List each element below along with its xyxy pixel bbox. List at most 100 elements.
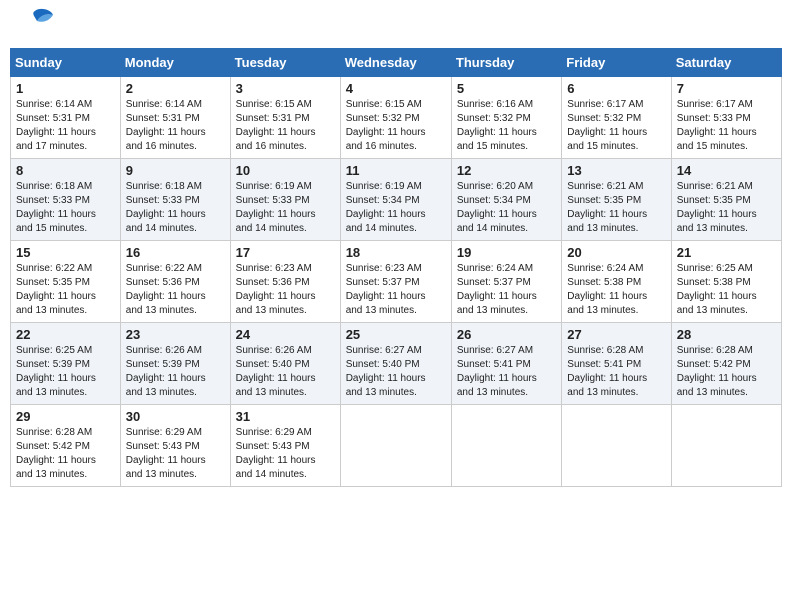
calendar-cell: 4 Sunrise: 6:15 AMSunset: 5:32 PMDaylight…: [340, 77, 451, 159]
day-info: Sunrise: 6:20 AMSunset: 5:34 PMDaylight:…: [457, 180, 556, 236]
calendar-cell: 10 Sunrise: 6:19 AMSunset: 5:33 PMDayligh…: [230, 159, 340, 241]
day-info: Sunrise: 6:22 AMSunset: 5:36 PMDaylight:…: [126, 262, 225, 318]
day-info: Sunrise: 6:21 AMSunset: 5:35 PMDaylight:…: [677, 180, 776, 236]
calendar-cell: 6 Sunrise: 6:17 AMSunset: 5:32 PMDaylight…: [562, 77, 671, 159]
day-number: 21: [677, 245, 776, 260]
calendar-cell: 12Sunrise: 6:20 AMSunset: 5:34 PMDayligh…: [451, 159, 561, 241]
day-number: 28: [677, 327, 776, 342]
day-info: Sunrise: 6:27 AMSunset: 5:40 PMDaylight:…: [346, 344, 446, 400]
day-info: Sunrise: 6:29 AMSunset: 5:43 PMDaylight:…: [126, 426, 225, 482]
calendar-cell: 21 Sunrise: 6:25 AMSunset: 5:38 PMDayligh…: [671, 241, 781, 323]
day-number: 27: [567, 327, 665, 342]
day-number: 20: [567, 245, 665, 260]
logo: [15, 15, 53, 40]
day-info: Sunrise: 6:28 AMSunset: 5:42 PMDaylight:…: [677, 344, 776, 400]
day-number: 2: [126, 81, 225, 96]
day-info: Sunrise: 6:17 AMSunset: 5:33 PMDaylight:…: [677, 98, 776, 154]
calendar-cell: 16 Sunrise: 6:22 AMSunset: 5:36 PMDayligh…: [120, 241, 230, 323]
day-info: Sunrise: 6:18 AMSunset: 5:33 PMDaylight:…: [126, 180, 225, 236]
calendar-cell: 14 Sunrise: 6:21 AMSunset: 5:35 PMDayligh…: [671, 159, 781, 241]
calendar-cell: 20 Sunrise: 6:24 AMSunset: 5:38 PMDayligh…: [562, 241, 671, 323]
calendar-cell: 24 Sunrise: 6:26 AMSunset: 5:40 PMDayligh…: [230, 323, 340, 405]
day-number: 30: [126, 409, 225, 424]
calendar-cell: 15 Sunrise: 6:22 AMSunset: 5:35 PMDayligh…: [11, 241, 121, 323]
day-info: Sunrise: 6:15 AMSunset: 5:32 PMDaylight:…: [346, 98, 446, 154]
day-of-week-header: Wednesday: [340, 49, 451, 77]
day-number: 14: [677, 163, 776, 178]
day-number: 16: [126, 245, 225, 260]
calendar-cell: 5 Sunrise: 6:16 AMSunset: 5:32 PMDaylight…: [451, 77, 561, 159]
calendar-cell: 13 Sunrise: 6:21 AMSunset: 5:35 PMDayligh…: [562, 159, 671, 241]
calendar-cell: 9 Sunrise: 6:18 AMSunset: 5:33 PMDaylight…: [120, 159, 230, 241]
day-number: 3: [236, 81, 335, 96]
day-info: Sunrise: 6:14 AMSunset: 5:31 PMDaylight:…: [16, 98, 115, 154]
day-info: Sunrise: 6:29 AMSunset: 5:43 PMDaylight:…: [236, 426, 335, 482]
calendar-cell: 28 Sunrise: 6:28 AMSunset: 5:42 PMDayligh…: [671, 323, 781, 405]
day-info: Sunrise: 6:27 AMSunset: 5:41 PMDaylight:…: [457, 344, 556, 400]
calendar-cell: 3Sunrise: 6:15 AMSunset: 5:31 PMDaylight…: [230, 77, 340, 159]
day-info: Sunrise: 6:18 AMSunset: 5:33 PMDaylight:…: [16, 180, 115, 236]
calendar-cell: [340, 405, 451, 487]
calendar-cell: 30 Sunrise: 6:29 AMSunset: 5:43 PMDayligh…: [120, 405, 230, 487]
calendar-cell: 17 Sunrise: 6:23 AMSunset: 5:36 PMDayligh…: [230, 241, 340, 323]
day-number: 23: [126, 327, 225, 342]
day-info: Sunrise: 6:24 AMSunset: 5:38 PMDaylight:…: [567, 262, 665, 318]
day-number: 5: [457, 81, 556, 96]
day-info: Sunrise: 6:24 AMSunset: 5:37 PMDaylight:…: [457, 262, 556, 318]
day-number: 7: [677, 81, 776, 96]
day-info: Sunrise: 6:14 AMSunset: 5:31 PMDaylight:…: [126, 98, 225, 154]
day-of-week-header: Thursday: [451, 49, 561, 77]
day-number: 10: [236, 163, 335, 178]
calendar-cell: 25 Sunrise: 6:27 AMSunset: 5:40 PMDayligh…: [340, 323, 451, 405]
bird-icon: [17, 7, 53, 40]
day-info: Sunrise: 6:25 AMSunset: 5:38 PMDaylight:…: [677, 262, 776, 318]
page-header: [10, 10, 782, 40]
day-info: Sunrise: 6:26 AMSunset: 5:39 PMDaylight:…: [126, 344, 225, 400]
day-number: 18: [346, 245, 446, 260]
day-info: Sunrise: 6:19 AMSunset: 5:33 PMDaylight:…: [236, 180, 335, 236]
day-info: Sunrise: 6:26 AMSunset: 5:40 PMDaylight:…: [236, 344, 335, 400]
day-of-week-header: Sunday: [11, 49, 121, 77]
day-number: 8: [16, 163, 115, 178]
calendar-cell: 26Sunrise: 6:27 AMSunset: 5:41 PMDayligh…: [451, 323, 561, 405]
day-of-week-header: Friday: [562, 49, 671, 77]
calendar-cell: [671, 405, 781, 487]
calendar-cell: 19Sunrise: 6:24 AMSunset: 5:37 PMDayligh…: [451, 241, 561, 323]
day-of-week-header: Tuesday: [230, 49, 340, 77]
day-number: 24: [236, 327, 335, 342]
day-number: 1: [16, 81, 115, 96]
day-info: Sunrise: 6:28 AMSunset: 5:42 PMDaylight:…: [16, 426, 115, 482]
calendar-cell: 8 Sunrise: 6:18 AMSunset: 5:33 PMDaylight…: [11, 159, 121, 241]
day-number: 9: [126, 163, 225, 178]
day-info: Sunrise: 6:19 AMSunset: 5:34 PMDaylight:…: [346, 180, 446, 236]
day-info: Sunrise: 6:28 AMSunset: 5:41 PMDaylight:…: [567, 344, 665, 400]
day-of-week-header: Monday: [120, 49, 230, 77]
day-info: Sunrise: 6:23 AMSunset: 5:36 PMDaylight:…: [236, 262, 335, 318]
day-number: 11: [346, 163, 446, 178]
day-number: 17: [236, 245, 335, 260]
day-info: Sunrise: 6:17 AMSunset: 5:32 PMDaylight:…: [567, 98, 665, 154]
day-number: 13: [567, 163, 665, 178]
day-info: Sunrise: 6:25 AMSunset: 5:39 PMDaylight:…: [16, 344, 115, 400]
day-number: 6: [567, 81, 665, 96]
calendar-cell: 31 Sunrise: 6:29 AMSunset: 5:43 PMDayligh…: [230, 405, 340, 487]
calendar-cell: [451, 405, 561, 487]
calendar-cell: 18 Sunrise: 6:23 AMSunset: 5:37 PMDayligh…: [340, 241, 451, 323]
day-info: Sunrise: 6:16 AMSunset: 5:32 PMDaylight:…: [457, 98, 556, 154]
calendar-table: SundayMondayTuesdayWednesdayThursdayFrid…: [10, 48, 782, 487]
calendar-cell: 22Sunrise: 6:25 AMSunset: 5:39 PMDayligh…: [11, 323, 121, 405]
day-of-week-header: Saturday: [671, 49, 781, 77]
calendar-cell: 23 Sunrise: 6:26 AMSunset: 5:39 PMDayligh…: [120, 323, 230, 405]
day-number: 15: [16, 245, 115, 260]
day-info: Sunrise: 6:23 AMSunset: 5:37 PMDaylight:…: [346, 262, 446, 318]
calendar-cell: 2 Sunrise: 6:14 AMSunset: 5:31 PMDaylight…: [120, 77, 230, 159]
day-number: 25: [346, 327, 446, 342]
calendar-cell: [562, 405, 671, 487]
day-info: Sunrise: 6:22 AMSunset: 5:35 PMDaylight:…: [16, 262, 115, 318]
calendar-cell: 11 Sunrise: 6:19 AMSunset: 5:34 PMDayligh…: [340, 159, 451, 241]
day-number: 4: [346, 81, 446, 96]
day-info: Sunrise: 6:21 AMSunset: 5:35 PMDaylight:…: [567, 180, 665, 236]
day-number: 29: [16, 409, 115, 424]
calendar-cell: 29 Sunrise: 6:28 AMSunset: 5:42 PMDayligh…: [11, 405, 121, 487]
day-number: 31: [236, 409, 335, 424]
